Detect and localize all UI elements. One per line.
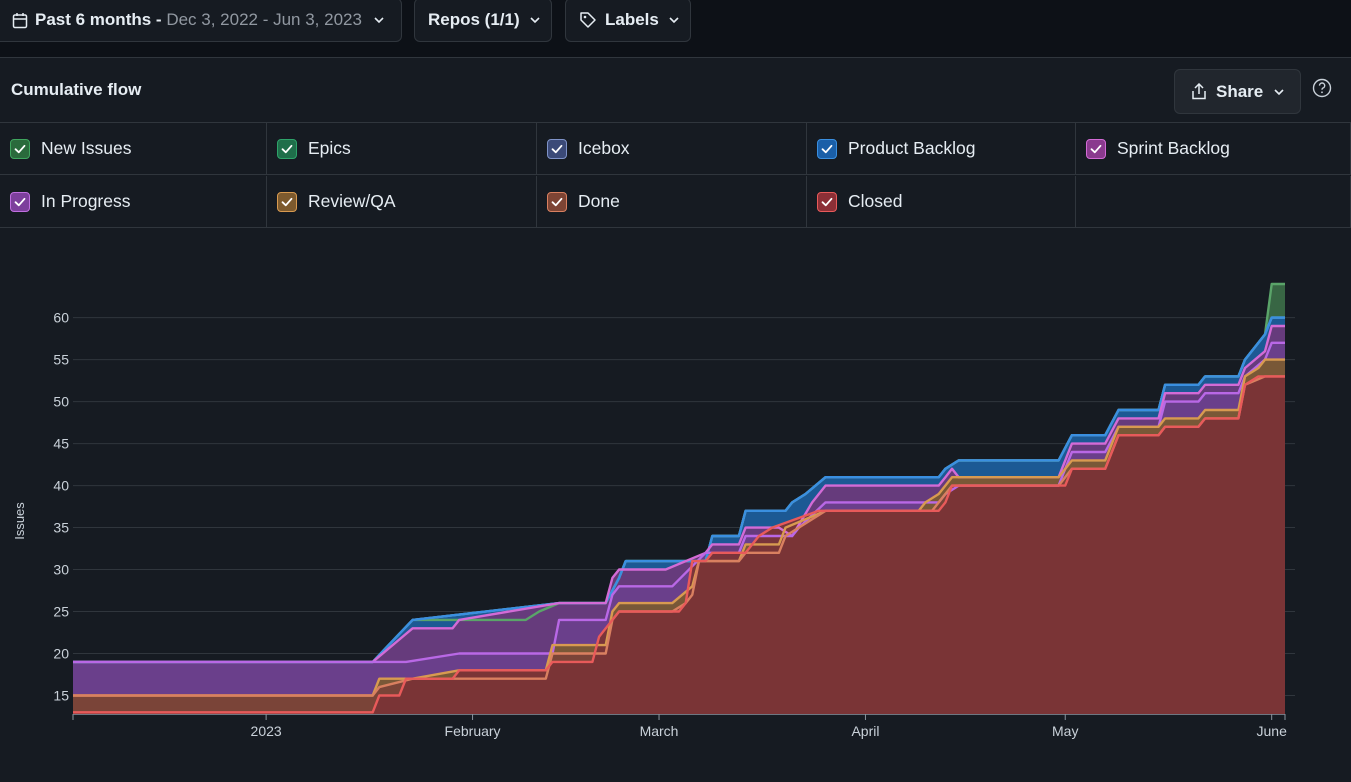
legend-label: Closed <box>848 191 903 211</box>
share-button[interactable]: Share <box>1174 69 1301 114</box>
legend-label: New Issues <box>41 138 132 158</box>
chevron-down-icon <box>669 17 679 24</box>
legend-item-closed[interactable]: Closed <box>807 176 1076 228</box>
legend-item-new-issues[interactable]: New Issues <box>0 123 267 175</box>
chevron-down-icon <box>1274 88 1284 95</box>
check-icon <box>551 197 563 206</box>
x-tick-label: 2023 <box>251 723 282 739</box>
check-icon <box>14 197 26 206</box>
x-tick-label: February <box>445 723 501 739</box>
repos-button[interactable]: Repos (1/1) <box>414 0 552 42</box>
legend-item-product-backlog[interactable]: Product Backlog <box>807 123 1076 175</box>
legend-item-done[interactable]: Done <box>537 176 807 228</box>
question-circle-icon[interactable] <box>1312 78 1332 98</box>
legend-item-review-qa[interactable]: Review/QA <box>267 176 537 228</box>
filter-bar: Past 6 months - Dec 3, 2022 - Jun 3, 202… <box>0 0 1351 57</box>
y-tick-label: 25 <box>53 604 69 620</box>
repos-label: Repos (1/1) <box>428 10 520 29</box>
legend-item-sprint-backlog[interactable]: Sprint Backlog <box>1076 123 1351 175</box>
y-tick-label: 15 <box>53 688 69 704</box>
legend-label: Product Backlog <box>848 138 976 158</box>
date-range-value: Dec 3, 2022 - Jun 3, 2023 <box>166 10 362 29</box>
y-tick-label: 30 <box>53 562 69 578</box>
date-range-separator: - <box>151 10 167 29</box>
check-icon <box>1090 144 1102 153</box>
legend-label: Sprint Backlog <box>1117 138 1230 158</box>
panel-title: Cumulative flow <box>11 80 142 99</box>
legend-checkbox[interactable] <box>277 191 297 212</box>
y-tick-label: 20 <box>53 646 69 662</box>
x-tick-label: April <box>851 723 879 739</box>
panel-header: Cumulative flow Share <box>0 57 1351 123</box>
y-tick-label: 50 <box>53 394 69 410</box>
legend-item-icebox[interactable]: Icebox <box>537 123 807 175</box>
labels-label: Labels <box>605 10 659 29</box>
y-axis: 15 20 25 30 35 40 45 50 55 60 <box>53 310 69 704</box>
y-tick-label: 55 <box>53 352 69 368</box>
check-icon <box>551 144 563 153</box>
legend-checkbox[interactable] <box>10 138 30 159</box>
tag-icon <box>580 12 596 28</box>
legend-checkbox[interactable] <box>817 138 837 159</box>
legend-checkbox[interactable] <box>1086 138 1106 159</box>
y-tick-label: 35 <box>53 520 69 536</box>
legend-item-in-progress[interactable]: In Progress <box>0 176 267 228</box>
date-range-label: Past 6 months <box>35 10 152 29</box>
y-tick-label: 60 <box>53 310 69 326</box>
x-tick-label: May <box>1052 723 1078 739</box>
legend-checkbox[interactable] <box>547 138 567 159</box>
labels-button[interactable]: Labels <box>565 0 691 42</box>
legend-checkbox[interactable] <box>10 191 30 212</box>
y-tick-label: 40 <box>53 478 69 494</box>
legend-label: Review/QA <box>308 191 396 211</box>
series-areas <box>73 284 1285 714</box>
check-icon <box>281 197 293 206</box>
x-axis: 2023 February March April May June <box>72 714 1288 739</box>
series-legend: New Issues Epics Icebox Product Backlog Spri… <box>0 123 1351 228</box>
chevron-down-icon <box>374 17 384 24</box>
check-icon <box>821 197 833 206</box>
legend-empty-cell <box>1076 176 1351 228</box>
chart-svg: 2023 February March April May June 15 20 25 30 35… <box>12 282 1295 739</box>
chevron-down-icon <box>530 17 540 24</box>
date-range-button[interactable]: Past 6 months - Dec 3, 2022 - Jun 3, 202… <box>0 0 402 42</box>
y-tick-label: 45 <box>53 436 69 452</box>
x-tick-label: March <box>640 723 679 739</box>
legend-item-epics[interactable]: Epics <box>267 123 537 175</box>
share-label: Share <box>1216 81 1264 101</box>
legend-label: Epics <box>308 138 351 158</box>
y-axis-title: Issues <box>12 502 27 540</box>
check-icon <box>821 144 833 153</box>
legend-checkbox[interactable] <box>817 191 837 212</box>
cumulative-flow-chart: 2023 February March April May June 15 20 25 30 35… <box>0 228 1351 782</box>
check-icon <box>14 144 26 153</box>
legend-label: Done <box>578 191 620 211</box>
check-icon <box>281 144 293 153</box>
share-icon <box>1192 83 1206 100</box>
legend-checkbox[interactable] <box>277 138 297 159</box>
legend-label: Icebox <box>578 138 630 158</box>
calendar-icon <box>12 12 28 28</box>
legend-label: In Progress <box>41 191 131 211</box>
legend-checkbox[interactable] <box>547 191 567 212</box>
x-tick-label: June <box>1257 723 1288 739</box>
